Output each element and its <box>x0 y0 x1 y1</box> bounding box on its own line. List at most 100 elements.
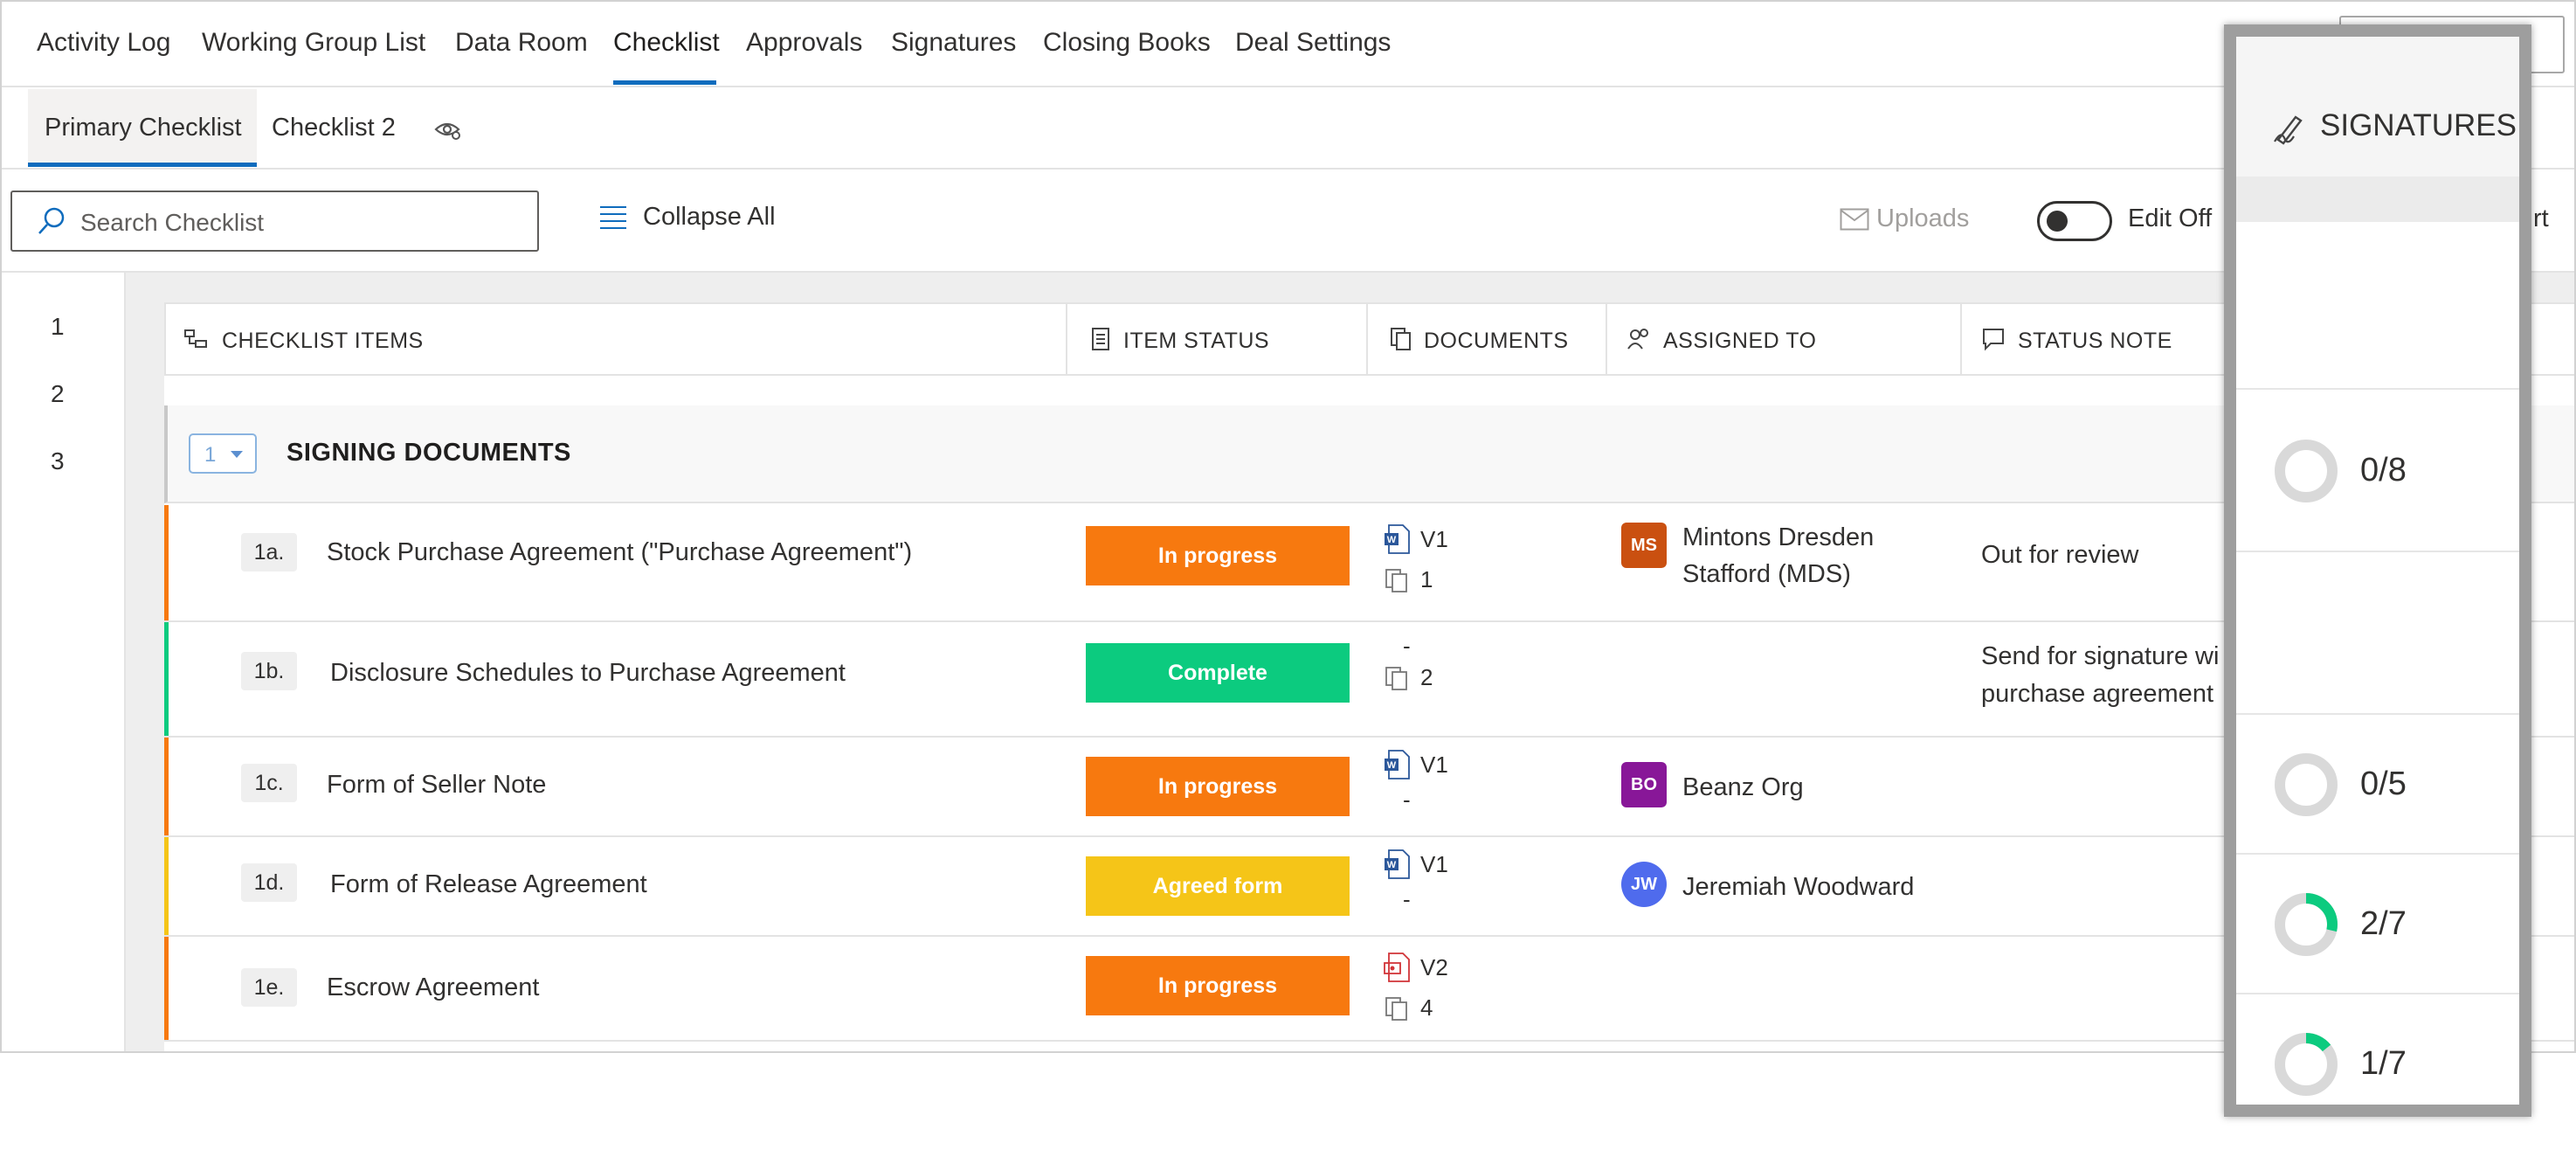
hierarchy-icon <box>184 329 207 348</box>
search-placeholder: Search Checklist <box>80 209 265 236</box>
document-label: 4 <box>1420 994 1433 1021</box>
checklist-table: CHECKLIST ITEMS ITEM STATUS DOCUMENTS AS… <box>164 302 2574 1051</box>
avatar: MS <box>1621 523 1667 568</box>
item-status-badge[interactable]: In progress <box>1086 956 1350 1015</box>
document-empty: - <box>1403 633 1411 659</box>
documents-icon <box>1391 328 1411 350</box>
signature-count-cell[interactable]: 2/7 <box>2236 855 2519 994</box>
collapse-all-button[interactable]: Collapse All <box>599 203 776 232</box>
signature-count-cell[interactable]: 1/7 <box>2236 994 2519 1105</box>
clipboard-icon <box>1092 328 1109 350</box>
progress-donut <box>2275 893 2338 956</box>
table-row[interactable]: 1d. Form of Release Agreement Agreed form W… <box>164 837 2574 937</box>
signature-count-cell[interactable]: 0/8 <box>2236 390 2519 552</box>
item-number: 1d. <box>241 863 297 902</box>
table-row[interactable]: 1c. Form of Seller Note In progress W V1- BO B… <box>164 738 2574 837</box>
tab-settings-icon[interactable] <box>433 117 461 148</box>
item-name[interactable]: Disclosure Schedules to Purchase Agreeme… <box>330 659 846 688</box>
status-note-line: Send for signature wi <box>1981 642 2220 670</box>
column-header-checklist-items[interactable]: CHECKLIST ITEMS <box>166 304 1067 376</box>
collapse-all-label: Collapse All <box>643 203 776 231</box>
svg-text:W: W <box>1387 535 1397 545</box>
tab-checklist-2[interactable]: Checklist 2 <box>272 114 396 142</box>
document-label: V1 <box>1420 752 1448 778</box>
nav-deal-settings[interactable]: Deal Settings <box>1235 28 1391 58</box>
nav-closing-books[interactable]: Closing Books <box>1043 28 1211 58</box>
table-row[interactable]: 1a. Stock Purchase Agreement ("Purchase A… <box>164 505 2574 622</box>
avatar: JW <box>1621 862 1667 907</box>
column-header-documents[interactable]: DOCUMENTS <box>1368 304 1607 376</box>
people-icon <box>1627 329 1648 350</box>
assignee-name: Jeremiah Woodward <box>1682 873 1915 901</box>
gutter-number: 3 <box>51 447 65 475</box>
row-status-bar <box>164 738 169 835</box>
tab-primary-checklist[interactable]: Primary Checklist <box>45 114 242 142</box>
section-number-dropdown[interactable]: 1 <box>189 433 257 474</box>
table-row[interactable]: 1b. Disclosure Schedules to Purchase Agre… <box>164 622 2574 738</box>
document-label: V1 <box>1420 851 1448 877</box>
row-status-bar <box>164 837 169 935</box>
item-status-badge[interactable]: In progress <box>1086 757 1350 816</box>
status-note-line: Out for review <box>1981 541 2139 569</box>
item-name[interactable]: Stock Purchase Agreement ("Purchase Agre… <box>327 538 912 567</box>
column-label: STATUS NOTE <box>2018 329 2172 353</box>
column-header-assigned-to[interactable]: ASSIGNED TO <box>1607 304 1962 376</box>
item-number: 1a. <box>241 533 297 572</box>
checklist-toolbar: Search Checklist Collapse All Uploads Ed… <box>2 170 2574 273</box>
signature-count-cell[interactable]: 0/5 <box>2236 715 2519 855</box>
svg-text:W: W <box>1387 760 1397 771</box>
nav-active-indicator <box>613 80 716 85</box>
item-status-badge[interactable]: Agreed form <box>1086 856 1350 916</box>
svg-text:W: W <box>1387 860 1397 870</box>
checklist-app: Activity Log Working Group List Data Roo… <box>0 0 2576 1053</box>
column-label: ASSIGNED TO <box>1663 329 1817 353</box>
signature-count-cell[interactable] <box>2236 552 2519 715</box>
table-row[interactable]: 1e. Escrow Agreement In progress V2 4 <box>164 937 2574 1042</box>
item-name[interactable]: Form of Release Agreement <box>330 870 647 899</box>
avatar: BO <box>1621 762 1667 807</box>
chevron-down-icon <box>231 451 243 458</box>
signatures-panel: SIGNATURES 0/8 0/5 2/7 1/7 <box>2224 24 2531 1117</box>
document-empty: - <box>1403 786 1411 813</box>
item-status-badge[interactable]: In progress <box>1086 526 1350 585</box>
donut-track <box>2275 753 2338 816</box>
nav-checklist[interactable]: Checklist <box>613 28 720 58</box>
uploads-button[interactable]: Uploads <box>1840 204 1969 233</box>
item-name[interactable]: Escrow Agreement <box>327 973 539 1002</box>
signatures-header: SIGNATURES <box>2236 37 2519 177</box>
signatures-title[interactable]: SIGNATURES <box>2273 108 2517 145</box>
signature-count: 0/5 <box>2360 766 2407 802</box>
search-input[interactable]: Search Checklist <box>10 191 539 252</box>
row-status-bar <box>164 622 169 736</box>
section-number: 1 <box>204 443 217 467</box>
signature-count: 0/8 <box>2360 452 2407 488</box>
signature-count-cell[interactable] <box>2236 222 2519 390</box>
edit-toggle[interactable] <box>2037 201 2112 241</box>
gutter-number: 1 <box>51 313 65 340</box>
item-name[interactable]: Form of Seller Note <box>327 771 546 800</box>
column-label: ITEM STATUS <box>1123 329 1270 353</box>
nav-activity-log[interactable]: Activity Log <box>37 28 170 58</box>
nav-data-room[interactable]: Data Room <box>455 28 588 58</box>
column-label: DOCUMENTS <box>1424 329 1569 353</box>
document-label: V2 <box>1420 954 1448 980</box>
nav-signatures[interactable]: Signatures <box>891 28 1016 58</box>
assignee-name: Beanz Org <box>1682 773 1804 801</box>
signature-count: 2/7 <box>2360 905 2407 942</box>
status-note[interactable]: Send for signature wi purchase agreement <box>1981 638 2219 713</box>
toolbar-cut-off-label[interactable]: rt <box>2533 204 2549 233</box>
progress-donut <box>2275 440 2338 502</box>
column-header-item-status[interactable]: ITEM STATUS <box>1067 304 1368 376</box>
item-number: 1c. <box>241 764 297 802</box>
item-number: 1b. <box>241 652 297 690</box>
item-status-badge[interactable]: Complete <box>1086 643 1350 703</box>
status-note[interactable]: Out for review <box>1981 537 2139 574</box>
item-number: 1e. <box>241 968 297 1007</box>
nav-approvals[interactable]: Approvals <box>746 28 862 58</box>
signature-count: 1/7 <box>2360 1045 2407 1082</box>
nav-working-group-list[interactable]: Working Group List <box>202 28 425 58</box>
assignee-name: Stafford (MDS) <box>1682 560 1851 588</box>
status-note-line: purchase agreement <box>1981 680 2213 708</box>
document-label: 2 <box>1420 664 1433 690</box>
section-header[interactable]: 1 SIGNING DOCUMENTS <box>164 405 2574 503</box>
